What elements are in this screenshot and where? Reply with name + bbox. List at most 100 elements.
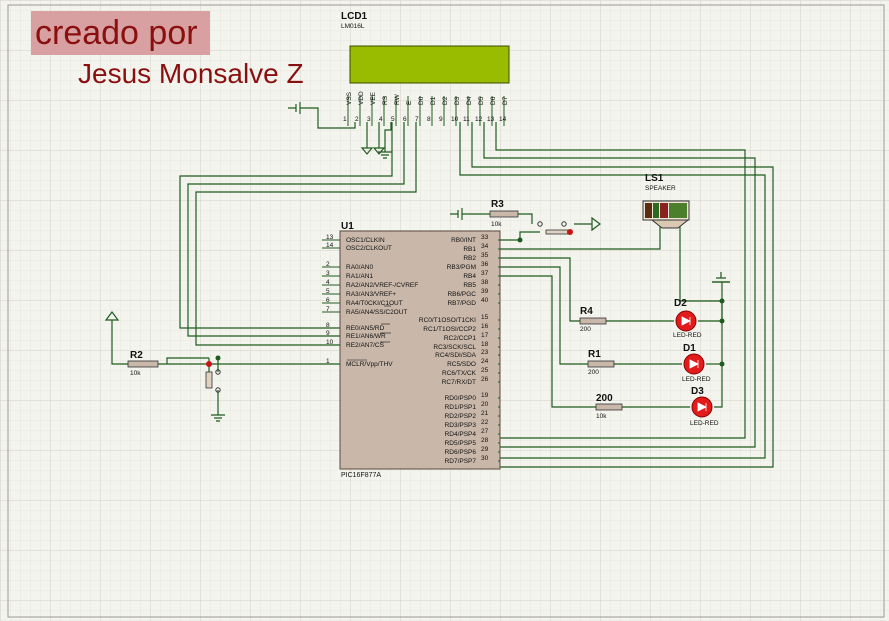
- lcd-pin-number: 2: [355, 116, 359, 123]
- schematic[interactable]: LCD1 LM016L VSS 1 VDD 2 VEE 3 RS 4 RW 5 E 6 D0 7 D1 8 D2…: [0, 0, 889, 621]
- resistor-ref: 200: [596, 393, 613, 404]
- mcu-pin-number: 26: [481, 376, 489, 383]
- mcu-pin-name: RC5/SDO: [447, 361, 476, 368]
- resistor-value: 10k: [491, 221, 502, 228]
- mcu-pin-name: RC1/T1OSI/CCP2: [423, 326, 476, 333]
- mcu-pin-number: 36: [481, 261, 489, 268]
- mcu-pin-number: 38: [481, 279, 489, 286]
- mcu-pin-name: RA4/T0CKI/C1OUT: [346, 300, 403, 307]
- mcu-pin-name: RA0/AN0: [346, 264, 373, 271]
- mcu-pin-number: 18: [481, 341, 489, 348]
- mcu-pin-name: RC2/CCP1: [444, 335, 477, 342]
- mcu-pin-name: MCLR/Vpp/THV: [346, 361, 393, 368]
- lcd-pin-name: D5: [478, 96, 485, 105]
- mcu-pin-number: 30: [481, 455, 489, 462]
- lcd-pin-number: 7: [415, 116, 419, 123]
- mcu-pin-name: RB2: [463, 255, 476, 262]
- lcd-pin-name: D4: [466, 96, 473, 105]
- lcd-pin-number: 13: [487, 116, 495, 123]
- speaker-ref: LS1: [645, 173, 664, 184]
- schematic-canvas[interactable]: LCD1 LM016L VSS 1 VDD 2 VEE 3 RS 4 RW 5 E 6 D0 7 D1 8 D2…: [0, 0, 889, 621]
- mcu-pin-number: 28: [481, 437, 489, 444]
- mcu-pin-number: 20: [481, 401, 489, 408]
- mcu-pin-name: RA2/AN2/VREF-/CVREF: [346, 282, 418, 289]
- mcu-pin-name: RD2/PSP2: [445, 413, 477, 420]
- mcu-pin-number: 10: [326, 339, 334, 346]
- mcu-pin-name: RB7/PGD: [447, 300, 476, 307]
- lcd-ref: LCD1: [341, 11, 368, 22]
- mcu-pin-name: RC6/TX/CK: [442, 370, 477, 377]
- led-type: LED-RED: [673, 332, 702, 339]
- mcu-pin-number: 40: [481, 297, 489, 304]
- lcd-pin-name: D7: [502, 96, 509, 105]
- resistor-ref: R2: [130, 350, 143, 361]
- lcd-pin-number: 14: [499, 116, 507, 123]
- mcu-pin-name: RC3/SCK/SCL: [433, 344, 476, 351]
- mcu-ref: U1: [341, 221, 354, 232]
- mcu-pin-name: RB3/PGM: [447, 264, 476, 271]
- mcu-pin-number: 15: [481, 314, 489, 321]
- lcd-pin-name: D3: [454, 96, 461, 105]
- mcu-model: PIC16F877A: [341, 472, 381, 479]
- mcu-pin-number: 24: [481, 358, 489, 365]
- switch-knob-icon: [206, 361, 212, 367]
- mcu-pin-name: RA3/AN3/VREF+: [346, 291, 396, 298]
- lcd-pin-number: 11: [463, 116, 470, 123]
- mcu-pin-number: 35: [481, 252, 489, 259]
- lcd-pin-number: 9: [439, 116, 443, 123]
- resistor-ref: R1: [588, 349, 601, 360]
- lcd-pin-name: VSS: [346, 91, 353, 105]
- lcd-pin-number: 5: [391, 116, 395, 123]
- mcu-pin-name: RD3/PSP3: [445, 422, 477, 429]
- led-ref: D3: [691, 386, 704, 397]
- led-ref: D2: [674, 298, 687, 309]
- lcd-pin-name: RS: [382, 95, 389, 105]
- lcd-pin-name: VDD: [358, 91, 365, 105]
- mcu-pin-name: RE2/AN7/CS: [346, 342, 385, 349]
- mcu-pin-name: RB6/PGC: [447, 291, 476, 298]
- mcu-pin-name: RD5/PSP5: [445, 440, 477, 447]
- mcu-pin-number: 17: [481, 332, 489, 339]
- mcu-pin-name: RB5: [463, 282, 476, 289]
- mcu-pin-name: RB0/INT: [451, 237, 476, 244]
- lcd-pin-number: 3: [367, 116, 371, 123]
- mcu-pic16f877a[interactable]: U1 PIC16F877A 13 OSC1/CLKIN14 OSC2/CLKOUT2…: [322, 221, 501, 479]
- mcu-pin-name: RD6/PSP6: [445, 449, 477, 456]
- lcd-pin-name: RW: [394, 93, 401, 105]
- resistor-ref: R4: [580, 306, 593, 317]
- mcu-pin-name: RC4/SDI/SDA: [435, 352, 476, 359]
- mcu-pin-number: 29: [481, 446, 489, 453]
- mcu-pin-number: 6: [326, 297, 330, 304]
- mcu-pin-name: RC0/T1OSO/T1CKI: [419, 317, 476, 324]
- mcu-pin-name: RC7/RX/DT: [442, 379, 476, 386]
- mcu-pin-number: 3: [326, 270, 330, 277]
- speaker-type: SPEAKER: [645, 185, 676, 192]
- lcd-body: [349, 45, 510, 84]
- mcu-pin-number: 22: [481, 419, 489, 426]
- mcu-pin-number: 37: [481, 270, 489, 277]
- mcu-pin-number: 9: [326, 330, 330, 337]
- mcu-pin-number: 14: [326, 242, 334, 249]
- mcu-pin-name: RD4/PSP4: [445, 431, 477, 438]
- lcd-pin-name: D6: [490, 96, 497, 105]
- resistor-body: [127, 360, 159, 368]
- resistor-value: 200: [580, 326, 591, 333]
- mcu-pin-number: 8: [326, 322, 330, 329]
- lcd-pin-number: 12: [475, 116, 483, 123]
- mcu-pin-name: RD1/PSP1: [445, 404, 477, 411]
- mcu-pin-number: 13: [326, 234, 334, 241]
- mcu-pin-name: RB4: [463, 273, 476, 280]
- mcu-pin-number: 21: [481, 410, 489, 417]
- mcu-pin-number: 5: [326, 288, 330, 295]
- lcd-pin-number: 10: [451, 116, 459, 123]
- switch-knob-icon: [567, 229, 573, 235]
- credit-author: Jesus Monsalve Z: [78, 58, 304, 89]
- resistor-ref: R3: [491, 199, 504, 210]
- resistor-value: 10k: [130, 370, 141, 377]
- mcu-pin-name: RA1/AN1: [346, 273, 373, 280]
- mcu-pin-number: 25: [481, 367, 489, 374]
- lcd-pin-number: 4: [379, 116, 383, 123]
- switch-actuator-icon: [205, 371, 213, 389]
- mcu-pin-number: 16: [481, 323, 489, 330]
- mcu-pin-name: RD0/PSP0: [445, 395, 477, 402]
